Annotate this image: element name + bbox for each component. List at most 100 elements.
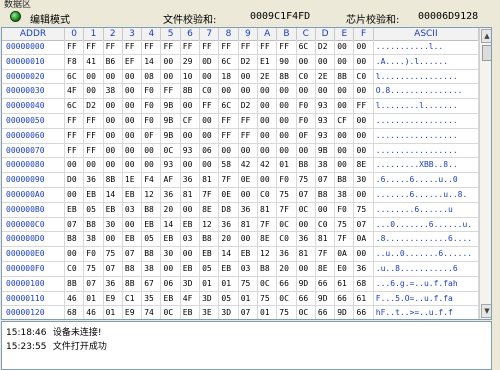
byte-cell[interactable]: 4F — [181, 291, 201, 306]
byte-cell[interactable]: 00 — [335, 99, 355, 114]
byte-cell[interactable]: 75 — [277, 188, 297, 202]
byte-cell[interactable]: C1 — [123, 291, 143, 306]
byte-cell[interactable]: 00 — [65, 247, 85, 262]
byte-cell[interactable]: EB — [142, 217, 162, 232]
hex-row[interactable]: 000000A0 00 EB 14 EB 12 36 81 7F 0E 00 C0 75 07 B8 38 00… — [2, 188, 491, 203]
byte-cell[interactable]: 00 — [316, 202, 336, 217]
byte-cell[interactable]: B8 — [84, 217, 104, 232]
byte-cell[interactable]: 00 — [84, 158, 104, 173]
byte-cell[interactable]: 9D — [316, 291, 336, 306]
byte-cell[interactable]: FF — [84, 128, 104, 143]
byte-cell[interactable]: 3E — [200, 306, 220, 319]
byte-cell[interactable]: FF — [277, 40, 297, 54]
byte-cell[interactable]: 00 — [123, 158, 143, 173]
byte-cell[interactable]: D2 — [316, 40, 336, 54]
byte-cell[interactable]: 00 — [239, 143, 258, 158]
byte-cell[interactable]: E1 — [258, 54, 278, 69]
byte-cell[interactable]: 00 — [258, 143, 278, 158]
byte-cell[interactable]: 75 — [104, 247, 123, 262]
byte-cell[interactable]: B6 — [104, 54, 123, 69]
byte-cell[interactable]: 00 — [123, 84, 143, 99]
byte-cell[interactable]: 93 — [162, 158, 181, 173]
byte-cell[interactable]: 7F — [335, 232, 355, 247]
byte-cell[interactable]: 00 — [277, 128, 297, 143]
byte-cell[interactable]: 00 — [104, 158, 123, 173]
byte-cell[interactable]: D8 — [219, 202, 239, 217]
scroll-down-icon[interactable]: ▼ — [481, 304, 491, 318]
byte-cell[interactable]: 81 — [200, 173, 220, 188]
byte-cell[interactable]: 00 — [335, 54, 355, 69]
byte-cell[interactable]: F0 — [335, 202, 355, 217]
byte-cell[interactable]: EB — [200, 247, 220, 262]
byte-cell[interactable]: 00 — [277, 143, 297, 158]
byte-cell[interactable]: 8B — [123, 276, 143, 291]
byte-cell[interactable]: 8B — [335, 69, 355, 84]
byte-cell[interactable]: 01 — [277, 158, 297, 173]
byte-cell[interactable]: F0 — [84, 247, 104, 262]
byte-cell[interactable]: 38 — [316, 158, 336, 173]
byte-cell[interactable]: CF — [181, 114, 201, 128]
byte-cell[interactable]: 42 — [239, 158, 258, 173]
byte-cell[interactable]: 05 — [142, 232, 162, 247]
byte-cell[interactable]: 00 — [335, 128, 355, 143]
byte-cell[interactable]: 00 — [297, 84, 316, 99]
byte-cell[interactable]: 8E — [355, 158, 374, 173]
byte-cell[interactable]: 8E — [258, 232, 278, 247]
byte-cell[interactable]: 9D — [297, 276, 316, 291]
byte-cell[interactable]: 7F — [219, 173, 239, 188]
byte-cell[interactable]: 00 — [277, 114, 297, 128]
byte-cell[interactable]: FF — [65, 128, 85, 143]
byte-cell[interactable]: 0A — [355, 232, 374, 247]
byte-cell[interactable]: 8E — [316, 262, 336, 276]
byte-cell[interactable]: FF — [84, 143, 104, 158]
byte-cell[interactable]: 0A — [335, 247, 355, 262]
byte-cell[interactable]: 0F — [297, 128, 316, 143]
byte-cell[interactable]: 07 — [355, 217, 374, 232]
byte-cell[interactable]: 36 — [219, 217, 239, 232]
byte-cell[interactable]: 00 — [239, 188, 258, 202]
byte-cell[interactable]: 30 — [355, 173, 374, 188]
byte-cell[interactable]: EB — [181, 262, 201, 276]
byte-cell[interactable]: 00 — [200, 128, 220, 143]
byte-cell[interactable]: 0C — [162, 143, 181, 158]
byte-cell[interactable]: 00 — [181, 128, 201, 143]
byte-cell[interactable]: 00 — [162, 69, 181, 84]
byte-cell[interactable]: F0 — [297, 99, 316, 114]
byte-cell[interactable]: 20 — [277, 262, 297, 276]
hex-row[interactable]: 00000080 00 00 00 00 00 93 00 00 58 42 42 01 B8 38 00 8E… — [2, 158, 491, 174]
byte-cell[interactable]: F4 — [142, 173, 162, 188]
byte-cell[interactable]: 03 — [181, 232, 201, 247]
byte-cell[interactable]: 05 — [84, 202, 104, 217]
byte-cell[interactable]: 66 — [316, 276, 336, 291]
byte-cell[interactable]: 00 — [200, 69, 220, 84]
byte-cell[interactable]: B8 — [65, 232, 85, 247]
byte-cell[interactable]: 00 — [104, 114, 123, 128]
byte-cell[interactable]: EB — [162, 232, 181, 247]
byte-cell[interactable]: F8 — [65, 54, 85, 69]
byte-cell[interactable]: 46 — [65, 291, 85, 306]
byte-cell[interactable]: 01 — [84, 291, 104, 306]
byte-cell[interactable]: B8 — [142, 247, 162, 262]
byte-cell[interactable]: 35 — [142, 291, 162, 306]
byte-cell[interactable]: EB — [162, 291, 181, 306]
byte-cell[interactable]: 81 — [258, 202, 278, 217]
byte-cell[interactable]: 0D — [200, 54, 220, 69]
byte-cell[interactable]: F0 — [277, 173, 297, 188]
byte-cell[interactable]: 6C — [65, 99, 85, 114]
byte-cell[interactable]: B8 — [258, 262, 278, 276]
log-panel[interactable]: 15:18:46 设备未连接! 15:23:55 文件打开成功 — [1, 321, 492, 370]
byte-cell[interactable]: 36 — [277, 247, 297, 262]
byte-cell[interactable]: CF — [335, 114, 355, 128]
byte-cell[interactable]: FF — [142, 40, 162, 54]
byte-cell[interactable]: FF — [181, 40, 201, 54]
byte-cell[interactable]: 6C — [219, 54, 239, 69]
byte-cell[interactable]: EB — [181, 306, 201, 319]
hex-row[interactable]: 00000120 68 46 01 E9 74 0C EB 3E 3D 07 01 75 0C 66 9D 66… — [2, 306, 491, 319]
byte-cell[interactable]: D0 — [65, 173, 85, 188]
byte-cell[interactable]: FF — [219, 40, 239, 54]
byte-cell[interactable]: 4F — [65, 84, 85, 99]
byte-cell[interactable]: D2 — [239, 54, 258, 69]
byte-cell[interactable]: 30 — [104, 217, 123, 232]
byte-cell[interactable]: 93 — [316, 128, 336, 143]
byte-cell[interactable]: 00 — [123, 128, 143, 143]
